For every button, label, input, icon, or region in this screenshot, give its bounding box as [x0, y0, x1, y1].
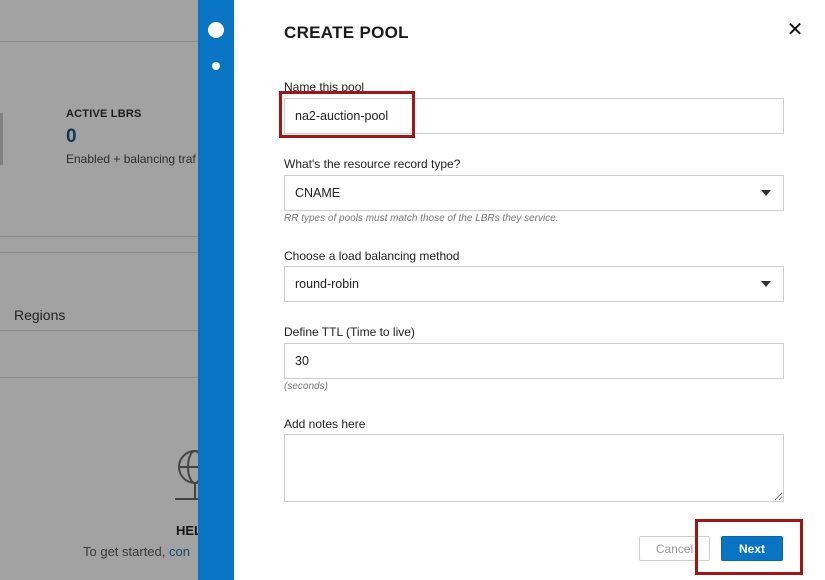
wizard-stepper: [198, 0, 234, 580]
chevron-down-icon: [761, 281, 771, 287]
chevron-down-icon: [761, 190, 771, 196]
rr-type-label: What's the resource record type?: [284, 157, 461, 171]
pool-name-input[interactable]: [284, 98, 784, 134]
step-indicator-next: [212, 62, 220, 70]
ttl-label: Define TTL (Time to live): [284, 325, 415, 339]
create-pool-dialog: CREATE POOL ✕ Name this pool What's the …: [234, 0, 825, 580]
step-indicator-current: [208, 22, 224, 38]
next-button[interactable]: Next: [721, 536, 783, 561]
cancel-button[interactable]: Cancel: [639, 536, 710, 561]
ttl-input[interactable]: [284, 343, 784, 379]
ttl-hint: (seconds): [284, 381, 328, 392]
lb-method-value: round-robin: [295, 277, 359, 291]
notes-textarea[interactable]: [284, 434, 784, 502]
lb-method-select[interactable]: round-robin: [284, 266, 784, 302]
rr-type-select[interactable]: CNAME: [284, 175, 784, 211]
notes-label: Add notes here: [284, 417, 366, 431]
pool-name-label: Name this pool: [284, 80, 365, 94]
dialog-title: CREATE POOL: [284, 23, 409, 42]
lb-method-label: Choose a load balancing method: [284, 249, 460, 263]
rr-type-hint: RR types of pools must match those of th…: [284, 213, 559, 224]
rr-type-value: CNAME: [295, 186, 341, 200]
close-icon[interactable]: ✕: [782, 17, 808, 41]
